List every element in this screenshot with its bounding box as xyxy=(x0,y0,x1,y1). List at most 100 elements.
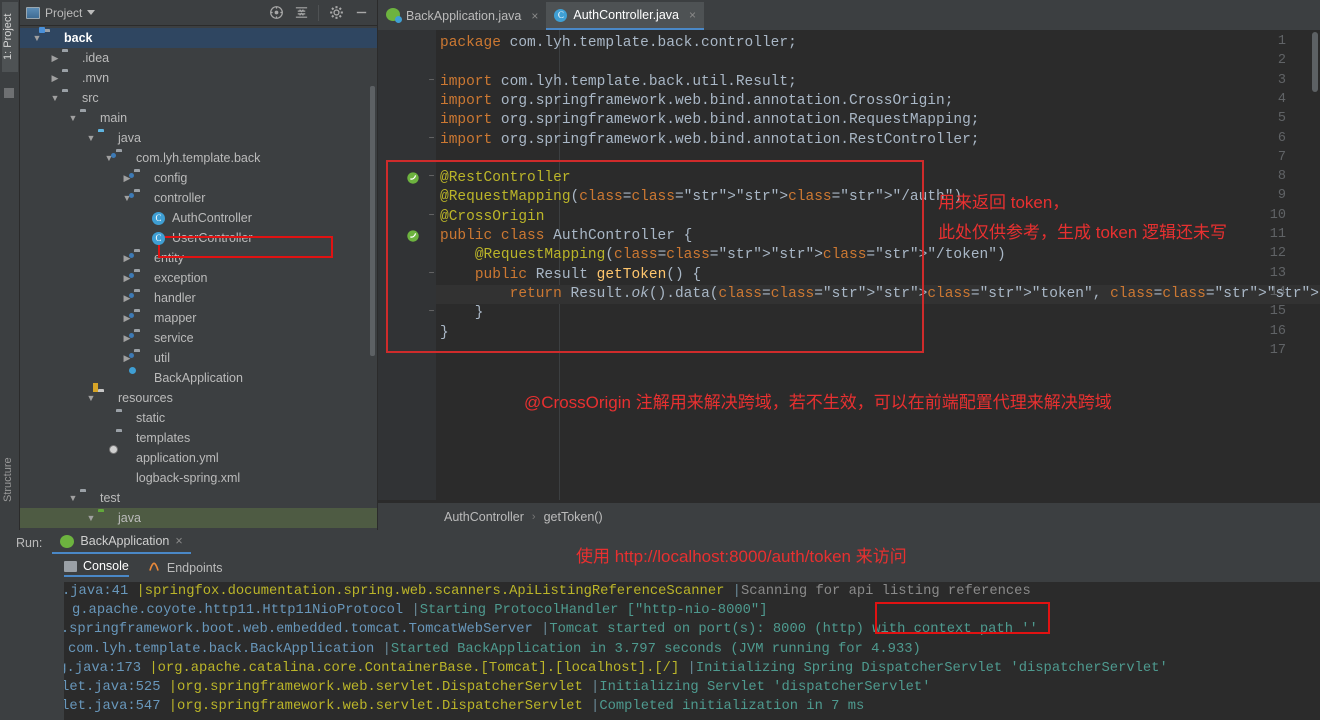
project-title-group[interactable]: Project xyxy=(26,6,96,20)
settings-gear-icon[interactable] xyxy=(328,5,344,21)
editor-tab-backapplication-java[interactable]: BackApplication.java × xyxy=(378,2,546,30)
tree-node-backapplication[interactable]: ▶BackApplication xyxy=(20,368,377,388)
tree-expand-arrow[interactable]: ▼ xyxy=(48,93,62,103)
code-editor[interactable]: 1 package com.lyh.template.back.controlle… xyxy=(378,30,1320,500)
hide-tool-window-icon[interactable] xyxy=(353,5,369,21)
code-line[interactable]: import org.springframework.web.bind.anno… xyxy=(440,111,980,130)
tree-node-static[interactable]: ▶static xyxy=(20,408,377,428)
tree-node-logback-spring-xml[interactable]: ▶logback-spring.xml xyxy=(20,468,377,488)
tree-node-label: controller xyxy=(154,191,206,205)
tree-node-java[interactable]: ▼ java xyxy=(20,128,377,148)
code-fold-icon[interactable]: − xyxy=(426,75,437,87)
code-line[interactable]: public Result getToken() { xyxy=(440,266,701,285)
code-line[interactable]: } xyxy=(440,304,484,323)
locate-file-icon[interactable] xyxy=(268,5,284,21)
editor-scrollbar[interactable] xyxy=(1312,32,1318,92)
code-line[interactable]: import org.springframework.web.bind.anno… xyxy=(440,92,953,111)
code-line[interactable]: return Result.ok().data(class=class="str… xyxy=(440,285,1320,304)
run-configuration-tab[interactable]: BackApplication × xyxy=(52,532,191,554)
code-line[interactable]: import org.springframework.web.bind.anno… xyxy=(440,131,980,150)
tree-node-handler[interactable]: ▶ handler xyxy=(20,288,377,308)
tree-node-usercontroller[interactable]: ▶CUserController xyxy=(20,228,377,248)
tree-node-entity[interactable]: ▶ entity xyxy=(20,248,377,268)
tree-node-com-lyh-template-back[interactable]: ▼ com.lyh.template.back xyxy=(20,148,377,168)
editor-gutter[interactable] xyxy=(378,30,436,500)
annotation-text: @CrossOrigin 注解用来解决跨域，若不生效，可以在前端配置代理来解决跨… xyxy=(524,393,1112,412)
tree-node-label: src xyxy=(82,91,99,105)
line-number: 15 xyxy=(1269,304,1286,320)
tree-expand-arrow[interactable]: ▼ xyxy=(84,133,98,143)
tree-node-exception[interactable]: ▶ exception xyxy=(20,268,377,288)
code-line[interactable]: } xyxy=(440,324,449,343)
tab-console-label: Console xyxy=(83,559,129,573)
tree-node-label: back xyxy=(64,31,93,45)
code-line[interactable]: import com.lyh.template.back.util.Result… xyxy=(440,73,797,92)
tree-node-label: logback-spring.xml xyxy=(136,471,241,485)
line-number: 12 xyxy=(1269,246,1286,262)
tree-node-back[interactable]: ▼ back xyxy=(20,28,377,48)
tree-node--idea[interactable]: ▶ .idea xyxy=(20,48,377,68)
tab-console[interactable]: Console xyxy=(64,559,129,577)
code-line[interactable]: @RestController xyxy=(440,169,571,188)
folder-icon xyxy=(62,92,77,105)
editor-tab-bar: BackApplication.java × C AuthController.jav… xyxy=(378,0,1320,30)
tree-node-templates[interactable]: ▶templates xyxy=(20,428,377,448)
collapse-all-icon[interactable] xyxy=(293,5,309,21)
tree-node-src[interactable]: ▼ src xyxy=(20,88,377,108)
chevron-down-icon[interactable] xyxy=(87,10,96,15)
project-tree[interactable]: ▼ back ▶ .idea ▶ .mvn ▼ src ▼ main ▼ java ▼ com.lyh.t… xyxy=(20,26,377,530)
tree-expand-arrow[interactable]: ▶ xyxy=(48,73,62,84)
package-icon xyxy=(134,272,149,285)
close-icon[interactable]: × xyxy=(175,534,182,548)
tree-node-java[interactable]: ▼ java xyxy=(20,508,377,528)
code-fold-icon[interactable]: − xyxy=(426,307,437,318)
tool-window-tab-project[interactable]: 1: Project xyxy=(2,2,18,72)
tree-expand-arrow[interactable]: ▼ xyxy=(84,393,98,403)
folder-icon xyxy=(116,432,131,445)
package-icon xyxy=(134,312,149,325)
tree-node-controller[interactable]: ▼ controller xyxy=(20,188,377,208)
spring-boot-icon xyxy=(60,534,75,548)
xml-file-icon xyxy=(116,472,131,485)
code-fold-icon[interactable]: − xyxy=(426,268,437,280)
line-number: 3 xyxy=(1277,72,1286,88)
code-line[interactable]: @RequestMapping(class=class="str">"str">… xyxy=(440,188,962,207)
code-line[interactable]: public class AuthController { xyxy=(440,227,692,246)
code-line[interactable]: package com.lyh.template.back.controller… xyxy=(440,34,797,53)
spring-bean-gutter-icon[interactable] xyxy=(406,171,420,185)
line-number: 6 xyxy=(1277,130,1286,146)
tree-expand-arrow[interactable]: ▼ xyxy=(84,513,98,523)
tab-endpoints[interactable]: Endpoints xyxy=(147,560,222,576)
project-tree-scrollbar[interactable] xyxy=(370,86,375,356)
tree-node-application-yml[interactable]: ▶application.yml xyxy=(20,448,377,468)
tree-expand-arrow[interactable]: ▼ xyxy=(66,493,80,503)
tree-node-label: config xyxy=(154,171,188,185)
spring-bean-gutter-icon[interactable] xyxy=(406,229,420,243)
editor-tab-authcontroller-java[interactable]: C AuthController.java × xyxy=(546,2,705,30)
tree-node-mapper[interactable]: ▶ mapper xyxy=(20,308,377,328)
close-icon[interactable]: × xyxy=(689,8,696,22)
resources-folder-icon xyxy=(98,392,113,405)
tree-node-service[interactable]: ▶ service xyxy=(20,328,377,348)
tree-expand-arrow[interactable]: ▼ xyxy=(66,113,80,123)
tree-node-authcontroller[interactable]: ▶CAuthController xyxy=(20,208,377,228)
tree-node-config[interactable]: ▶ config xyxy=(20,168,377,188)
tree-expand-arrow[interactable]: ▼ xyxy=(30,33,44,43)
code-fold-icon[interactable]: − xyxy=(426,210,437,222)
tree-node--mvn[interactable]: ▶ .mvn xyxy=(20,68,377,88)
tree-expand-arrow[interactable]: ▶ xyxy=(48,53,62,64)
tree-node-main[interactable]: ▼ main xyxy=(20,108,377,128)
breadcrumb-method[interactable]: getToken() xyxy=(544,510,603,524)
console-output[interactable]: .java:41 |springfox.documentation.spring… xyxy=(64,582,1320,720)
line-number: 4 xyxy=(1277,91,1286,107)
tree-node-test[interactable]: ▼ test xyxy=(20,488,377,508)
breadcrumb-class[interactable]: AuthController xyxy=(444,510,524,524)
close-icon[interactable]: × xyxy=(531,9,538,23)
tree-node-resources[interactable]: ▼ resources xyxy=(20,388,377,408)
code-fold-icon[interactable]: − xyxy=(426,133,437,145)
tool-window-tab-structure[interactable]: Structure xyxy=(2,440,18,520)
code-line[interactable]: @CrossOrigin xyxy=(440,208,544,227)
code-line[interactable]: @RequestMapping(class=class="str">"str">… xyxy=(440,246,1006,265)
tree-node-util[interactable]: ▶ util xyxy=(20,348,377,368)
code-fold-icon[interactable]: − xyxy=(426,172,437,183)
